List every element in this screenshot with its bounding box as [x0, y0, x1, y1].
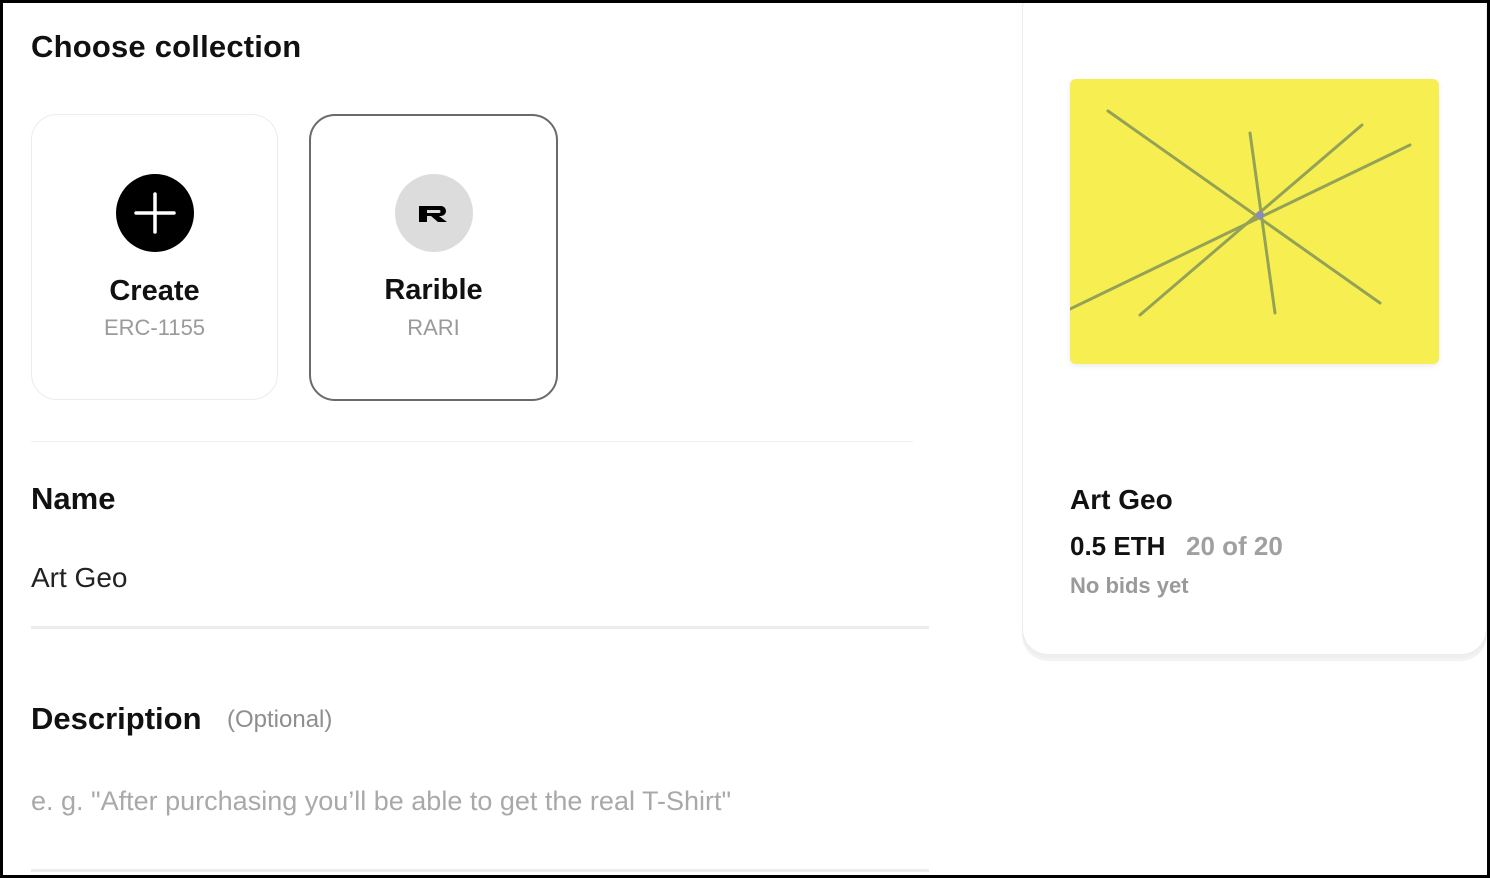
preview-price: 0.5 ETH	[1070, 531, 1166, 561]
description-input[interactable]	[31, 781, 921, 821]
description-underline	[31, 869, 929, 872]
collection-option-subtitle: RARI	[407, 315, 460, 340]
collection-option-subtitle: ERC-1155	[103, 315, 206, 340]
optional-hint: (Optional)	[227, 706, 333, 733]
collection-option-title: Create	[109, 275, 200, 307]
create-item-form: Choose collection Create ERC-1155 Raribl…	[0, 0, 1490, 878]
name-input[interactable]	[31, 559, 911, 597]
collection-option-title: Rarible	[384, 274, 483, 306]
preview-artwork	[1070, 79, 1439, 364]
choose-collection-heading: Choose collection	[31, 29, 302, 64]
plus-icon	[115, 174, 194, 252]
name-underline	[31, 626, 929, 629]
description-label: Description	[31, 701, 202, 736]
collection-option-rarible[interactable]: Rarible RARI	[309, 114, 558, 401]
name-label: Name	[31, 481, 116, 516]
preview-name: Art Geo	[1070, 484, 1173, 515]
rarible-logo-icon	[394, 174, 473, 252]
preview-bids-status: No bids yet	[1070, 573, 1189, 598]
preview-edition-count: 20 of 20	[1186, 531, 1283, 561]
collection-option-create[interactable]: Create ERC-1155	[31, 114, 278, 400]
section-divider	[31, 441, 913, 442]
